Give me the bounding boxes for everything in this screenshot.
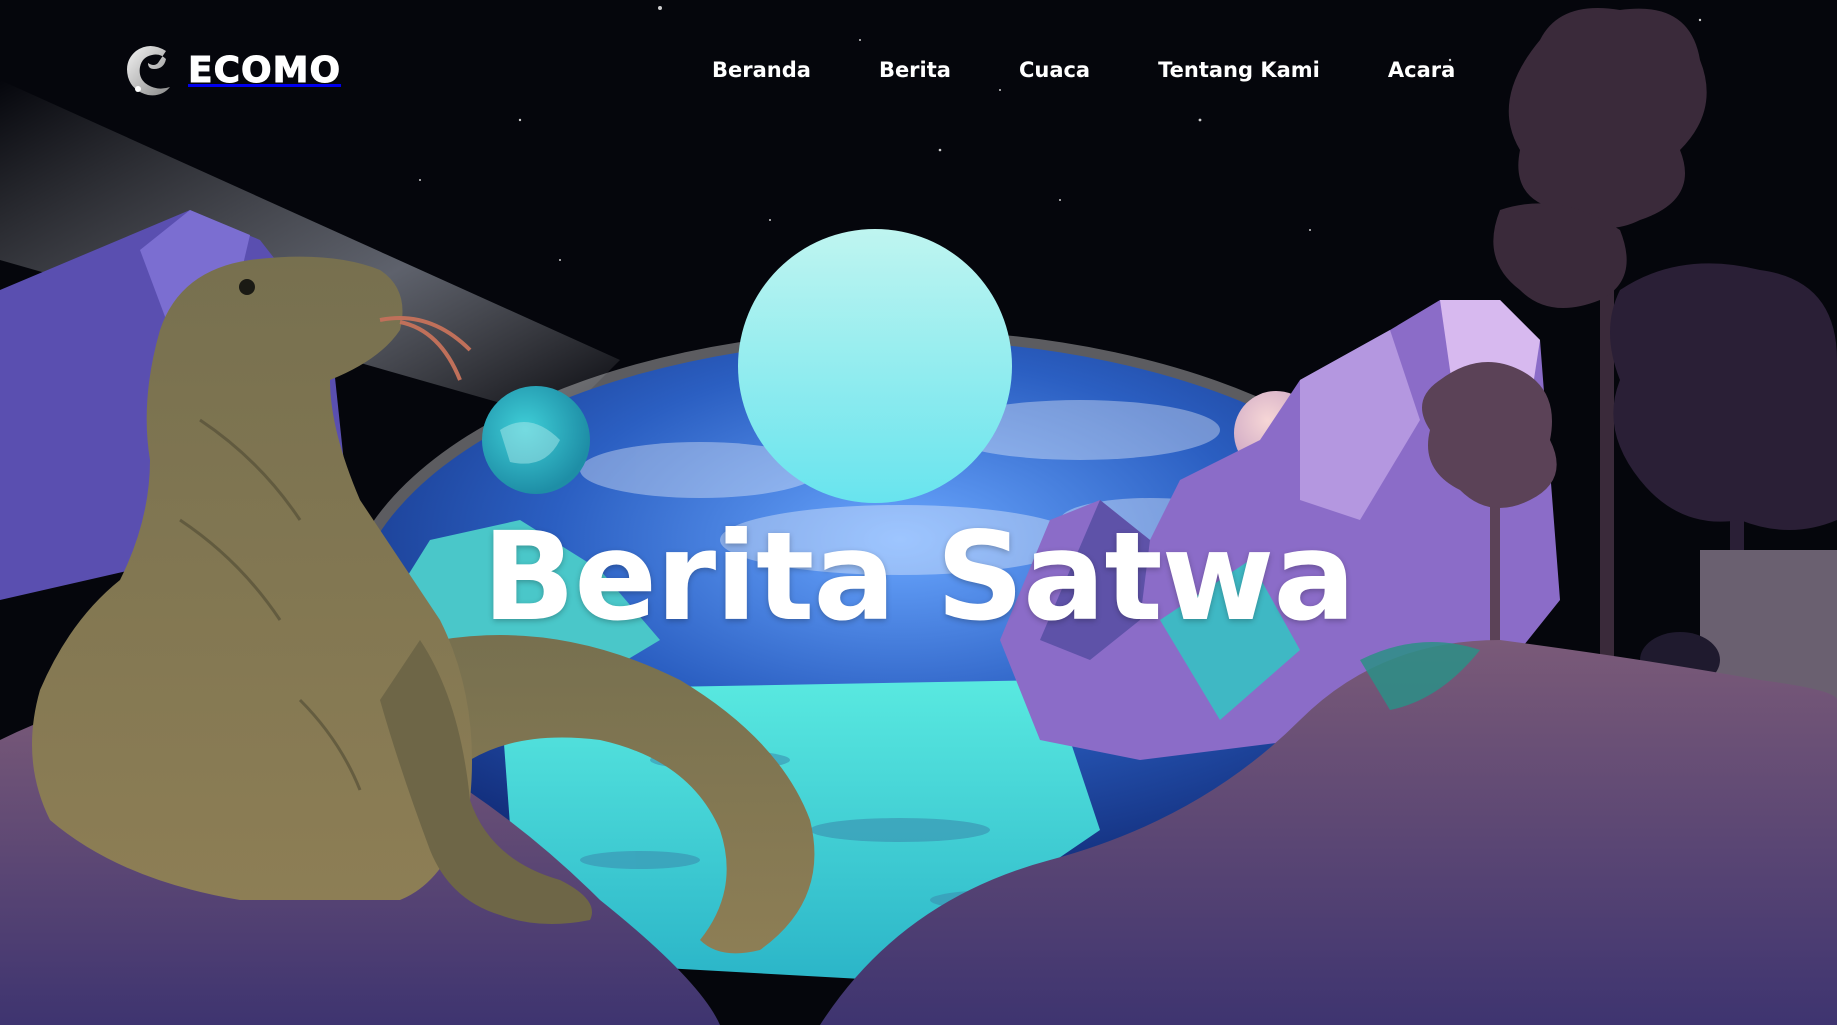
logo-link[interactable]: ECOMO [120,40,341,100]
site-header: ECOMO Beranda Berita Cuaca Tentang Kami … [0,0,1837,150]
nav-item-tentang-kami[interactable]: Tentang Kami [1158,58,1320,82]
main-nav: Beranda Berita Cuaca Tentang Kami Acara [712,58,1455,82]
nav-item-beranda[interactable]: Beranda [712,58,811,82]
nav-item-berita[interactable]: Berita [879,58,951,82]
brand-name: ECOMO [187,49,342,91]
nav-item-cuaca[interactable]: Cuaca [1019,58,1090,82]
swirl-logo-icon [127,46,170,96]
nav-item-acara[interactable]: Acara [1388,58,1455,82]
hero-title: Berita Satwa [482,506,1355,648]
landing-page: ECOMO Beranda Berita Cuaca Tentang Kami … [0,0,1837,1025]
